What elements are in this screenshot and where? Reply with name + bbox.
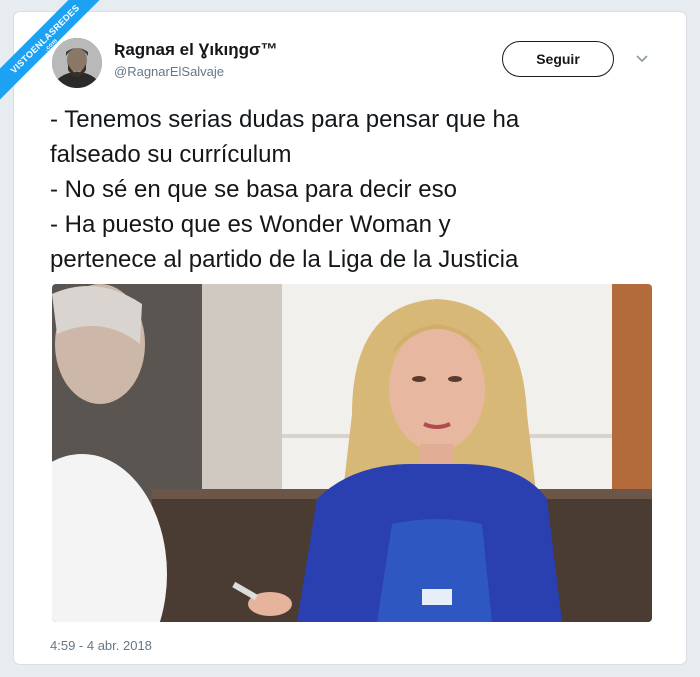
tweet-line: - Ha puesto que es Wonder Woman y — [50, 211, 451, 238]
tweet-photo[interactable] — [52, 284, 652, 622]
tweet-line: - No sé en que se basa para decir eso — [50, 176, 457, 203]
chevron-down-icon[interactable] — [634, 50, 650, 66]
follow-button[interactable]: Seguir — [502, 41, 614, 77]
watermark-ribbon: VISTOENLASREDES .com — [0, 0, 120, 120]
author-handle[interactable]: @RagnarElSalvaje — [114, 64, 224, 79]
tweet-line: - Tenemos serias dudas para pensar que h… — [50, 106, 520, 133]
tweet-text: - Tenemos serias dudas para pensar que h… — [50, 102, 660, 277]
watermark-text: VISTOENLASREDES .com — [0, 0, 113, 107]
tweet-line: falseado su currículum — [50, 141, 292, 168]
author-display-name[interactable]: Ʀagnaя el Ɣıkıŋgσ™ — [114, 40, 278, 60]
tweet-line: pertenece al partido de la Liga de la Ju… — [50, 246, 519, 273]
tweet-timestamp[interactable]: 4:59 - 4 abr. 2018 — [50, 638, 152, 653]
